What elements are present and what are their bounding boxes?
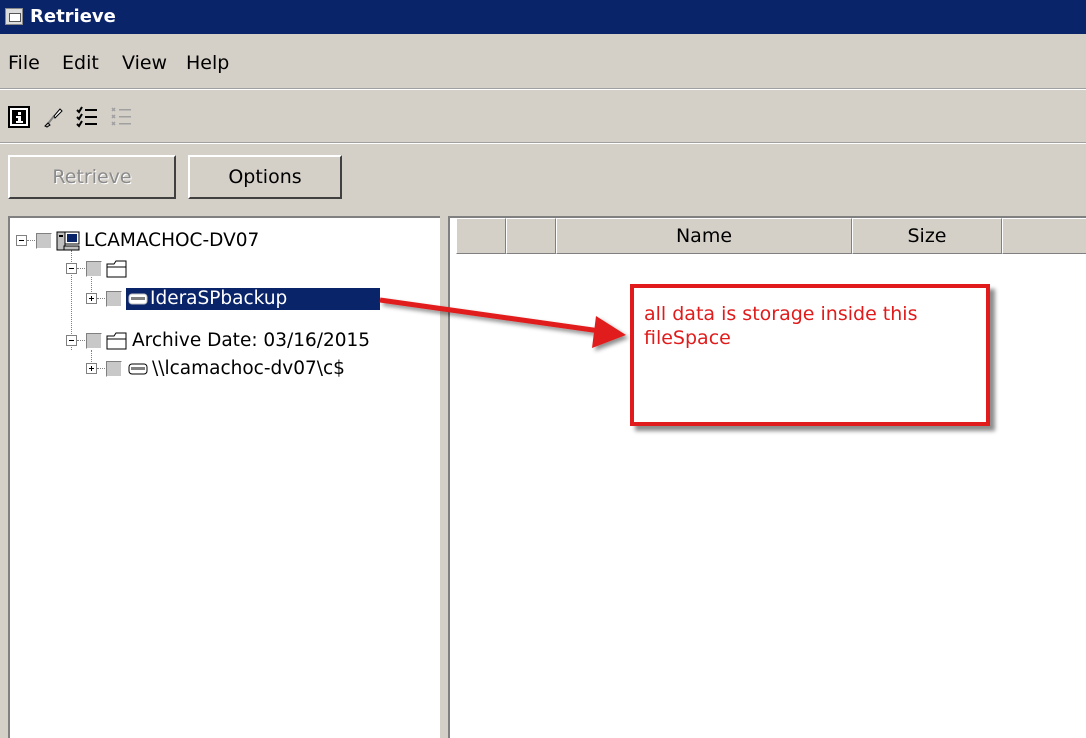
tree-connector <box>77 340 85 341</box>
menu-file[interactable]: File <box>8 52 40 74</box>
column-header[interactable] <box>456 218 506 254</box>
column-header-name[interactable]: Name <box>556 218 852 254</box>
menu-bar: File Edit View Help <box>0 40 1086 84</box>
menu-separator <box>0 88 1086 90</box>
tree-checkbox[interactable] <box>106 361 122 377</box>
tree-node-drive[interactable]: \\lcamachoc-dv07\c$ <box>56 358 436 384</box>
menu-help[interactable]: Help <box>186 52 229 74</box>
checklist-icon[interactable] <box>76 106 98 128</box>
annotation-callout: all data is storage inside this fileSpac… <box>630 284 990 426</box>
menu-view[interactable]: View <box>122 52 167 74</box>
brush-icon[interactable] <box>42 106 64 128</box>
tree-label: LCAMACHOC-DV07 <box>84 230 260 251</box>
tree-node-filespace[interactable]: IderaSPbackup <box>56 288 436 314</box>
tree-connector <box>77 268 85 269</box>
tree-checkbox[interactable] <box>36 233 52 249</box>
drive-icon <box>128 363 148 375</box>
column-header[interactable] <box>506 218 556 254</box>
retrieve-button[interactable]: Retrieve <box>8 155 176 199</box>
tree-label: Archive Date: 03/16/2015 <box>132 330 371 351</box>
tree-checkbox[interactable] <box>106 291 122 307</box>
expand-icon[interactable] <box>86 293 97 304</box>
tree-checkbox[interactable] <box>86 333 102 349</box>
callout-text: all data is storage inside this fileSpac… <box>644 303 918 349</box>
computer-icon <box>56 231 80 251</box>
toolbar-separator <box>0 142 1086 144</box>
drive-icon <box>128 293 148 305</box>
window-title: Retrieve <box>30 6 116 27</box>
tree-connector <box>97 368 105 369</box>
column-header-size[interactable]: Size <box>852 218 1002 254</box>
archive-icon <box>106 332 127 350</box>
collapse-icon[interactable] <box>16 235 27 246</box>
toolbar <box>0 92 1086 140</box>
info-icon[interactable] <box>8 106 30 128</box>
app-icon <box>5 8 23 25</box>
title-bar: Retrieve <box>0 0 1086 34</box>
tree-node-group[interactable] <box>36 258 436 284</box>
tree-label: \\lcamachoc-dv07\c$ <box>152 358 345 379</box>
tree-connector <box>97 298 105 299</box>
collapse-icon[interactable] <box>66 335 77 346</box>
button-bar: Retrieve Options <box>0 148 1086 210</box>
tree-label: IderaSPbackup <box>150 288 288 309</box>
tree-connector <box>27 240 35 241</box>
tree-node-archive[interactable]: Archive Date: 03/16/2015 <box>36 330 436 356</box>
menu-edit[interactable]: Edit <box>62 52 99 74</box>
archive-icon <box>106 260 127 278</box>
tree-panel[interactable]: LCAMACHOC-DV07 IderaSPbackup Archive Dat… <box>8 216 440 738</box>
tree-node-root[interactable]: LCAMACHOC-DV07 <box>16 230 436 256</box>
collapse-icon[interactable] <box>66 263 77 274</box>
column-header[interactable] <box>1002 218 1086 254</box>
tree-checkbox[interactable] <box>86 261 102 277</box>
options-button[interactable]: Options <box>188 155 342 199</box>
list-icon[interactable] <box>110 106 132 128</box>
panel-splitter[interactable] <box>440 216 448 738</box>
expand-icon[interactable] <box>86 363 97 374</box>
